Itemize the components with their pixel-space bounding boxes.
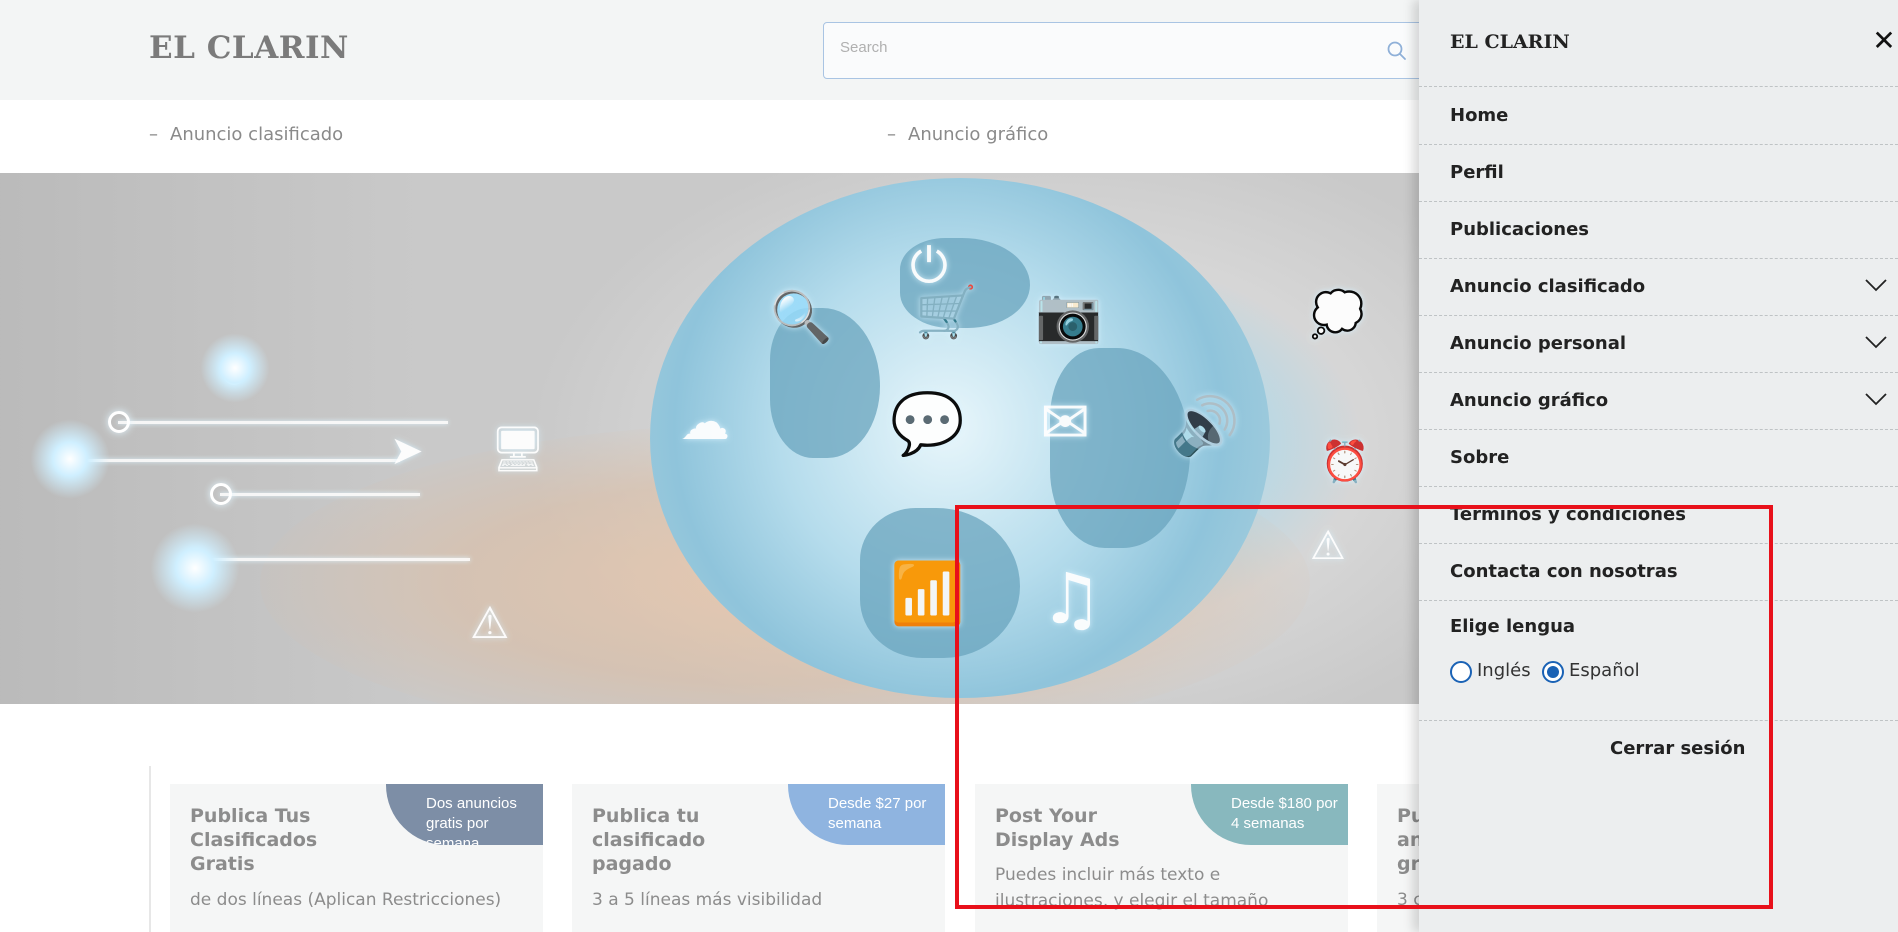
card-description: de dos líneas (Aplican Restricciones) <box>190 890 502 910</box>
menu-item-anuncio-grafico[interactable]: Anuncio gráfico <box>1419 373 1898 430</box>
menu-item-anuncio-personal[interactable]: Anuncio personal <box>1419 316 1898 373</box>
menu-item-terminos[interactable]: Terminos y condiciones <box>1419 487 1898 544</box>
menu-item-label: Home <box>1450 105 1509 126</box>
card-title: Post Your Display Ads <box>995 805 1120 851</box>
circuit-line <box>210 558 470 561</box>
cursor-icon: ➤ <box>390 428 424 474</box>
subnav-item-anuncio-clasificado[interactable]: – Anuncio clasificado <box>149 124 343 145</box>
card-badge: Dos anuncios gratis por semana <box>386 784 543 845</box>
card-display-ads[interactable]: Desde $180 por 4 semanas Post Your Displ… <box>975 784 1348 932</box>
chevron-down-icon[interactable] <box>1864 330 1888 354</box>
card-badge: Desde $180 por 4 semanas <box>1191 784 1348 845</box>
circuit-node <box>108 411 130 433</box>
card-paid-classified[interactable]: Desde $27 por semana Publica tu clasific… <box>572 784 945 932</box>
menu-item-publicaciones[interactable]: Publicaciones <box>1419 202 1898 259</box>
light-glow <box>30 419 110 499</box>
search-input[interactable] <box>840 39 1340 56</box>
language-title: Elige lengua <box>1450 616 1576 637</box>
speaker-icon: 🔊 <box>1170 394 1240 459</box>
menu-item-label: Perfil <box>1450 162 1504 183</box>
close-icon[interactable]: ✕ <box>1871 27 1897 55</box>
subnav-label: Anuncio clasificado <box>170 124 344 145</box>
menu-item-label: Contacta con nosotras <box>1450 561 1678 582</box>
warning-icon: ⚠ <box>1310 523 1346 569</box>
light-glow <box>150 523 240 613</box>
music-note-icon: ♫ <box>1040 558 1103 640</box>
language-label-espanol[interactable]: Español <box>1569 660 1640 681</box>
card-description: Puedes incluir más texto e ilustraciones… <box>995 865 1269 911</box>
shopping-cart-icon: 🛒 <box>915 283 978 341</box>
card-description: 3 a 5 líneas más visibilidad <box>592 890 823 910</box>
chevron-down-icon[interactable] <box>1864 273 1888 297</box>
circuit-line <box>80 459 400 462</box>
menu-item-label: Terminos y condiciones <box>1450 504 1686 525</box>
side-drawer-menu: EL CLARIN ✕ Home Perfil Publicaciones An… <box>1419 0 1898 932</box>
menu-item-perfil[interactable]: Perfil <box>1419 145 1898 202</box>
menu-item-label: Anuncio clasificado <box>1450 276 1646 297</box>
chevron-down-icon[interactable] <box>1864 387 1888 411</box>
subnav-item-anuncio-grafico[interactable]: – Anuncio gráfico <box>887 124 1048 145</box>
card-free-classified[interactable]: Dos anuncios gratis por semana Publica T… <box>170 784 543 932</box>
clock-icon: ⏰ <box>1320 439 1370 485</box>
logout-button[interactable]: Cerrar sesión <box>1610 738 1745 759</box>
circuit-line <box>118 421 448 424</box>
dash-icon: – <box>887 124 896 145</box>
drawer-logo[interactable]: EL CLARIN <box>1450 31 1570 53</box>
search-icon[interactable] <box>1386 40 1408 62</box>
menu-item-label: Sobre <box>1450 447 1510 468</box>
menu-item-label: Anuncio gráfico <box>1450 390 1609 411</box>
camera-icon: 📷 <box>1035 283 1103 346</box>
envelope-icon: ✉ <box>1040 388 1091 458</box>
card-badge: Desde $27 por semana <box>788 784 945 845</box>
menu-item-contacta[interactable]: Contacta con nosotras <box>1419 544 1898 601</box>
menu-item-home[interactable]: Home <box>1419 88 1898 145</box>
language-radio-espanol[interactable] <box>1542 661 1564 683</box>
light-glow <box>200 333 270 403</box>
menu-item-label: Anuncio personal <box>1450 333 1627 354</box>
divider <box>1419 720 1898 721</box>
card-title: Publica tu clasificado pagado <box>592 805 706 875</box>
chat-bubble-icon: 💬 <box>890 389 965 459</box>
language-radio-ingles[interactable] <box>1450 661 1472 683</box>
subnav-label: Anuncio gráfico <box>908 124 1049 145</box>
site-logo[interactable]: EL CLARIN <box>149 30 349 66</box>
menu-item-anuncio-clasificado[interactable]: Anuncio clasificado <box>1419 259 1898 316</box>
menu-item-label: Publicaciones <box>1450 219 1589 240</box>
warning-icon: ⚠ <box>470 598 510 649</box>
chat-icon: 💭 <box>1310 289 1365 340</box>
circuit-line <box>220 493 420 496</box>
circuit-node <box>210 483 232 505</box>
drawer-header: EL CLARIN ✕ <box>1419 0 1898 87</box>
wifi-icon: 📶 <box>890 559 965 629</box>
menu-item-sobre[interactable]: Sobre <box>1419 430 1898 487</box>
card-title: Publica Tus Clasificados Gratis <box>190 805 318 875</box>
magnifier-icon: 🔍 <box>770 288 833 346</box>
language-label-ingles[interactable]: Inglés <box>1477 660 1531 681</box>
dash-icon: – <box>149 124 158 145</box>
section-divider <box>149 766 151 932</box>
cloud-upload-icon: ☁ <box>680 393 730 451</box>
monitor-icon: 🖥 <box>490 424 546 475</box>
search-box[interactable] <box>823 22 1433 79</box>
